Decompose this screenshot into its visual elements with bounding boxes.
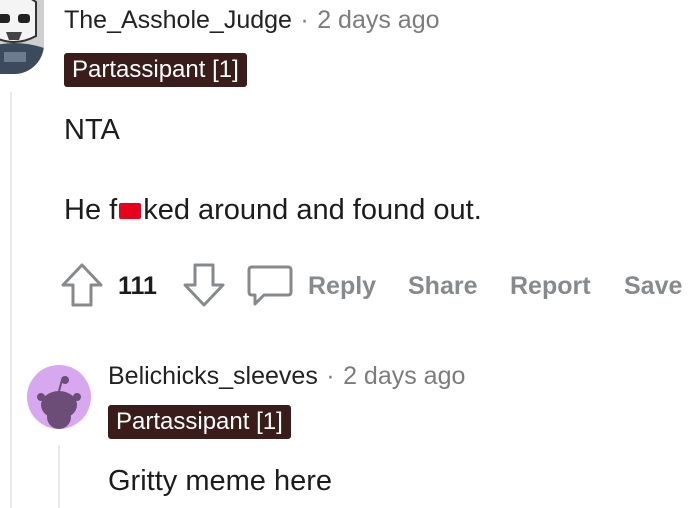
user-flair: Partassipant [1]: [64, 53, 247, 87]
comment-body-text-before: He f: [64, 194, 118, 226]
report-button[interactable]: Report: [510, 272, 591, 301]
save-button[interactable]: Save: [624, 272, 682, 301]
avatar[interactable]: [0, 0, 44, 74]
comment-body-text-after: ked around and found out.: [143, 194, 482, 226]
avatar[interactable]: [27, 365, 91, 429]
thread-line-2[interactable]: [58, 445, 60, 508]
comment-body-line: He f ked around and found out.: [64, 194, 482, 227]
thread-line-1[interactable]: [10, 92, 12, 508]
comment-author-username[interactable]: The_Asshole_Judge: [64, 6, 292, 34]
comment-timestamp[interactable]: 2 days ago: [343, 362, 465, 390]
comment-author-username[interactable]: Belichicks_sleeves: [108, 362, 318, 390]
upvote-arrow-icon: [61, 263, 103, 307]
stormtrooper-avatar-icon: [0, 0, 44, 74]
share-button[interactable]: Share: [408, 272, 477, 301]
snoo-avatar-icon: [37, 376, 81, 429]
speech-bubble-icon: [247, 265, 293, 306]
redaction-mark: [119, 203, 142, 220]
downvote-arrow-icon: [183, 263, 225, 307]
vote-count: 111: [118, 272, 157, 300]
meta-separator: ·: [300, 6, 309, 34]
downvote-button[interactable]: [182, 262, 226, 308]
upvote-button[interactable]: [60, 262, 104, 308]
meta-separator: ·: [326, 362, 335, 390]
comment-timestamp[interactable]: 2 days ago: [317, 6, 439, 34]
comment-body-line: NTA: [64, 114, 120, 146]
comment-body-line: Gritty meme here: [108, 465, 332, 497]
reply-button[interactable]: Reply: [308, 272, 376, 301]
comment-button[interactable]: [246, 262, 294, 308]
user-flair: Partassipant [1]: [108, 405, 291, 439]
